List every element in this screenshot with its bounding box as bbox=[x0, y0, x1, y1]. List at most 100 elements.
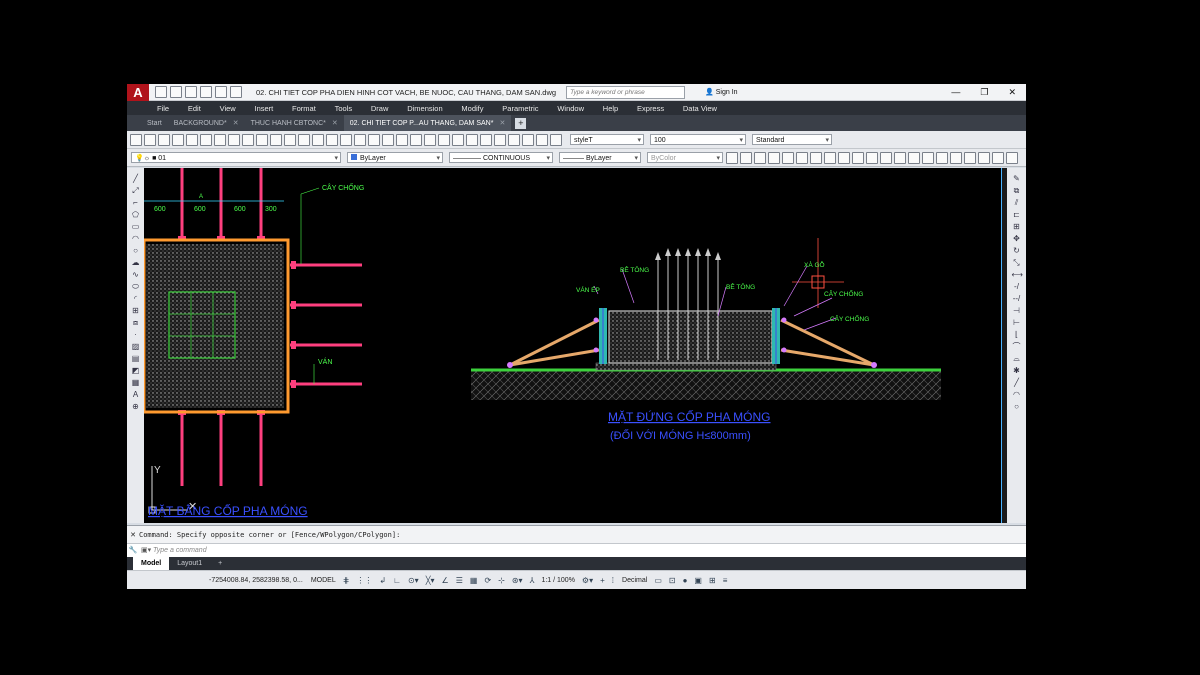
calc-icon[interactable] bbox=[424, 133, 436, 146]
command-line[interactable]: 🔧 ▣▾ Type a command bbox=[127, 543, 1026, 558]
chamfer-icon[interactable]: ⌊ bbox=[1012, 330, 1022, 340]
open-icon[interactable] bbox=[170, 86, 182, 98]
add-layout-button[interactable]: + bbox=[210, 557, 230, 570]
new-tab-button[interactable]: + bbox=[515, 117, 527, 129]
dim-space-icon[interactable] bbox=[880, 151, 892, 164]
fillet-icon[interactable]: ⌒ bbox=[1012, 342, 1022, 352]
menu-edit[interactable]: Edit bbox=[188, 104, 201, 113]
block-icon[interactable]: ⧈ bbox=[131, 318, 141, 328]
offset-icon[interactable]: ⊏ bbox=[1012, 210, 1022, 220]
properties-icon[interactable] bbox=[354, 133, 366, 146]
scale-icon[interactable]: ⤡ bbox=[1012, 258, 1022, 268]
jogged-linear-icon[interactable] bbox=[950, 151, 962, 164]
annotation-scale-icon[interactable]: ⅄ bbox=[530, 576, 535, 585]
plus-icon[interactable]: + bbox=[600, 576, 605, 585]
mirror-icon[interactable]: ⫽ bbox=[1012, 198, 1022, 208]
infer-icon[interactable]: ↲ bbox=[379, 576, 386, 585]
restore-button[interactable]: ❐ bbox=[980, 87, 988, 98]
arc-icon[interactable]: ◠ bbox=[131, 234, 141, 244]
quick-properties-icon[interactable]: ▭ bbox=[654, 576, 662, 585]
mtext-icon[interactable]: A bbox=[131, 390, 141, 400]
undo-icon[interactable] bbox=[215, 86, 227, 98]
model-space-button[interactable]: MODEL bbox=[311, 577, 336, 584]
dim-style-icon[interactable] bbox=[1006, 151, 1018, 164]
table-icon[interactable]: ▦ bbox=[131, 378, 141, 388]
zoom-window-icon[interactable] bbox=[326, 133, 338, 146]
menu-draw[interactable]: Draw bbox=[371, 104, 389, 113]
file-tab[interactable]: 02. CHI TIET COP P...AU THANG, DAM SAN* ✕ bbox=[343, 115, 512, 131]
zoom-realtime-icon[interactable] bbox=[312, 133, 324, 146]
annotation-icon[interactable]: ⊛▾ bbox=[512, 576, 523, 585]
transparency-icon[interactable]: ▦ bbox=[470, 576, 478, 585]
rotate-icon[interactable]: ↻ bbox=[1012, 246, 1022, 256]
text-a5-icon[interactable] bbox=[508, 133, 520, 146]
region-icon[interactable]: ◩ bbox=[131, 366, 141, 376]
layer-select[interactable]: 💡☼ ■ 01 bbox=[131, 152, 341, 164]
coordinates-readout[interactable]: -7254008.84, 2582398.58, 0... bbox=[209, 577, 303, 584]
search-input[interactable]: Type a keyword or phrase bbox=[566, 85, 686, 99]
units-select[interactable]: Decimal bbox=[622, 577, 647, 584]
file-tab[interactable]: Start bbox=[141, 115, 168, 131]
print-icon[interactable] bbox=[200, 86, 212, 98]
menu-window[interactable]: Window bbox=[557, 104, 584, 113]
undo-icon[interactable] bbox=[270, 133, 282, 146]
cut-icon[interactable] bbox=[214, 133, 226, 146]
redo-icon[interactable] bbox=[230, 86, 242, 98]
publish-icon[interactable] bbox=[200, 133, 212, 146]
copy-icon[interactable]: ⧉ bbox=[1012, 186, 1022, 196]
linetype-select[interactable]: ———— CONTINUOUS bbox=[449, 152, 553, 164]
clean-screen-icon[interactable]: ⊞ bbox=[709, 576, 716, 585]
redo-icon[interactable] bbox=[284, 133, 296, 146]
baseline-dim-icon[interactable] bbox=[852, 151, 864, 164]
text-a4-icon[interactable] bbox=[494, 133, 506, 146]
polar-icon[interactable]: ⊙▾ bbox=[408, 576, 419, 585]
settings-icon[interactable]: ⚙▾ bbox=[582, 576, 593, 585]
dim-text-edit-icon[interactable] bbox=[978, 151, 990, 164]
sheet-set-icon[interactable] bbox=[396, 133, 408, 146]
close-tab-icon[interactable]: ✕ bbox=[332, 119, 338, 127]
plot-style-select[interactable]: ByColor bbox=[647, 152, 723, 164]
new-icon[interactable] bbox=[155, 86, 167, 98]
app-logo[interactable]: A bbox=[127, 84, 149, 101]
linear-dim-icon[interactable] bbox=[726, 151, 738, 164]
selection-cycling-icon[interactable]: ⟳ bbox=[484, 576, 491, 585]
inspect-icon[interactable] bbox=[936, 151, 948, 164]
add-selected-icon[interactable]: ⊕ bbox=[131, 402, 141, 412]
text-a1-icon[interactable] bbox=[452, 133, 464, 146]
menu-insert[interactable]: Insert bbox=[255, 104, 274, 113]
osnap-icon[interactable]: ╳▾ bbox=[426, 576, 435, 585]
join-icon[interactable]: ⊢ bbox=[1012, 318, 1022, 328]
open-icon[interactable] bbox=[144, 133, 156, 146]
xline-icon[interactable]: ⤢ bbox=[131, 186, 141, 196]
lineweight-select[interactable]: ——— ByLayer bbox=[559, 152, 641, 164]
aligned-dim-icon[interactable] bbox=[740, 151, 752, 164]
trim-icon[interactable]: -/ bbox=[1012, 282, 1022, 292]
erase-icon[interactable]: ✎ bbox=[1012, 174, 1022, 184]
close-button[interactable]: ✕ bbox=[1008, 87, 1016, 98]
scale-select[interactable]: 1:1 / 100% bbox=[541, 577, 574, 584]
color-select[interactable]: ByLayer bbox=[347, 152, 443, 164]
markup-icon[interactable] bbox=[410, 133, 422, 146]
menu-view[interactable]: View bbox=[220, 104, 236, 113]
paste-icon[interactable] bbox=[242, 133, 254, 146]
dim-scale-select[interactable]: 100 bbox=[650, 134, 746, 146]
file-tab[interactable]: THUC HANH CBTONC* ✕ bbox=[245, 115, 344, 131]
command-prompt-icon[interactable]: ▣▾ bbox=[141, 547, 153, 554]
copy-icon[interactable] bbox=[228, 133, 240, 146]
break-icon[interactable]: ⊣ bbox=[1012, 306, 1022, 316]
table-style-select[interactable]: Standard bbox=[752, 134, 832, 146]
lineweight-icon[interactable]: ☰ bbox=[456, 576, 463, 585]
ortho-icon[interactable]: ∟ bbox=[393, 576, 401, 585]
quick-dim-icon[interactable] bbox=[838, 151, 850, 164]
help-icon[interactable] bbox=[438, 133, 450, 146]
point-icon[interactable]: · bbox=[131, 330, 141, 340]
hatch-icon[interactable]: ▨ bbox=[131, 342, 141, 352]
save-icon[interactable] bbox=[158, 133, 170, 146]
stretch-icon[interactable]: ⟷ bbox=[1012, 270, 1023, 280]
zoom-previous-icon[interactable] bbox=[340, 133, 352, 146]
drawing-canvas[interactable]: 600 600 600 300 A CÂY CHỐNG VÁN Y ✕ MẶT … bbox=[142, 168, 1001, 523]
file-tab[interactable]: BACKGROUND* ✕ bbox=[168, 115, 245, 131]
ordinate-dim-icon[interactable] bbox=[768, 151, 780, 164]
menu-format[interactable]: Format bbox=[292, 104, 316, 113]
menu-dimension[interactable]: Dimension bbox=[407, 104, 442, 113]
